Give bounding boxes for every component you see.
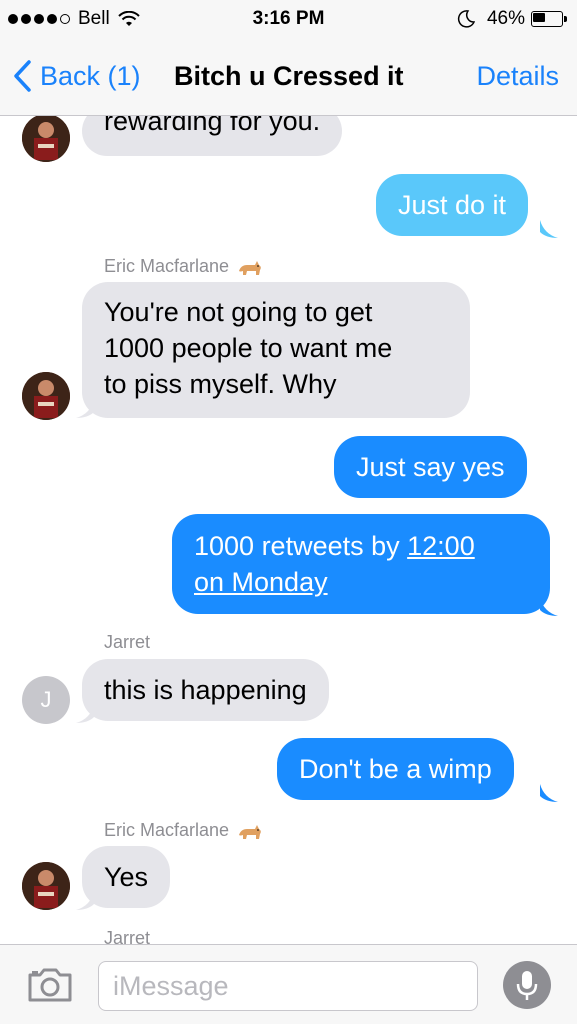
avatar[interactable] [22,372,70,420]
camera-icon[interactable] [26,967,74,1003]
bubble-tail [76,892,94,910]
avatar-photo [22,862,70,910]
message-text: Just say yes [356,452,505,482]
sender-name-text: Jarret [104,928,151,944]
avatar-photo [22,372,70,420]
sender-name-text: Eric Macfarlane [104,820,230,840]
message-text: Just do it [398,190,507,220]
message-line: to piss myself. Why [104,369,337,399]
navigation-bar: Back (1) Bitch u Cressed it Details [0,38,577,116]
message-list[interactable]: rewarding for you. Just do it Eric Macfa… [0,116,577,944]
message-text: Don't be a wimp [299,754,492,784]
message-text: Yes [104,862,149,892]
bubble-tail [540,220,558,238]
moon-icon [457,10,475,28]
avatar[interactable] [22,116,70,162]
message-input[interactable] [98,961,478,1011]
message-bubble-incoming[interactable]: rewarding for you. [82,116,343,156]
message-line: 1000 retweets by 12:00 [194,528,528,564]
sender-name-text: Eric Macfarlane [104,256,230,276]
message-line: 1000 people to want me [104,333,393,363]
message-bubble-outgoing[interactable]: Just say yes [334,436,527,498]
conversation-title: Bitch u Cressed it [174,61,404,91]
message-bubble-incoming[interactable]: Yes [82,846,171,908]
chevron-left-icon [14,60,31,92]
message-line: You're not going to get [104,297,373,327]
sender-name: Eric Macfarlane [104,820,263,841]
details-button[interactable]: Details [476,58,559,94]
microphone-icon [516,971,538,1000]
battery-tip [564,16,567,22]
battery-percent: 46% [486,8,525,29]
bubble-tail [76,400,94,418]
bubble-tail [76,705,94,723]
compose-bar [0,944,577,1024]
sender-name: Eric Macfarlane [104,256,263,277]
message-bubble-incoming[interactable]: this is happening [82,659,329,721]
message-text: 1000 retweets by [194,531,408,561]
cat-icon [239,824,261,839]
time-link[interactable]: 12:00 [407,531,475,561]
message-bubble-outgoing[interactable]: 1000 retweets by 12:00 on Monday [172,514,550,614]
message-text: rewarding for you. [104,116,321,136]
microphone-button[interactable] [503,961,551,1009]
message-bubble-outgoing[interactable]: Don't be a wimp [277,738,514,800]
back-button-label: Back (1) [40,60,141,91]
message-text: this is happening [104,675,307,705]
avatar[interactable] [22,862,70,910]
bubble-tail [540,784,558,802]
battery-fill [533,13,545,22]
back-button[interactable]: Back (1) [12,58,141,94]
avatar[interactable]: J [22,676,70,724]
sender-name: Jarret [104,632,150,653]
date-link[interactable]: on Monday [194,567,328,597]
bubble-tail [540,598,558,616]
message-bubble-incoming[interactable]: You're not going to get 1000 people to w… [82,282,470,418]
status-bar: Bell 3:16 PM 46% [0,0,577,38]
message-line: on Monday [194,564,528,600]
message-bubble-outgoing[interactable]: Just do it [376,174,529,236]
status-right: 46% [457,6,567,32]
sender-name-text: Jarret [104,632,151,652]
cat-icon [239,260,261,275]
avatar-photo [22,116,70,162]
sender-name: Jarret [104,928,150,944]
battery-icon [531,11,567,27]
